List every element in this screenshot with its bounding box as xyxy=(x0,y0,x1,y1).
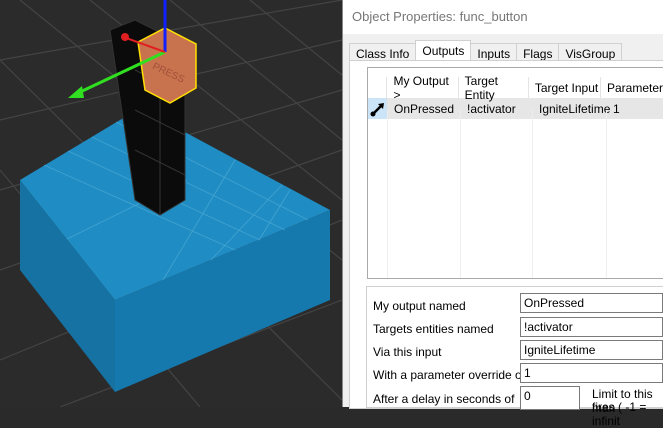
delay-field[interactable]: 0 xyxy=(520,386,580,410)
target-field[interactable]: !activator xyxy=(520,317,663,337)
3d-viewport[interactable]: PRESS xyxy=(0,0,343,408)
outputs-list[interactable]: My Output > Target Entity Target Input P… xyxy=(367,67,663,279)
outputs-page: My Output > Target Entity Target Input P… xyxy=(349,60,663,428)
input-field[interactable]: IgniteLifetime xyxy=(520,340,663,360)
header-target-input[interactable]: Target Input xyxy=(529,77,601,98)
delay-label: After a delay in seconds of xyxy=(373,392,515,406)
header-parameter[interactable]: Parameter xyxy=(601,81,663,95)
param-field[interactable]: 1 xyxy=(520,363,663,383)
target-label: Targets entities named xyxy=(373,322,494,336)
output-label: My output named xyxy=(373,299,466,313)
param-label: With a parameter override of xyxy=(373,368,526,382)
list-header: My Output > Target Entity Target Input P… xyxy=(368,74,663,102)
input-label: Via this input xyxy=(373,345,442,359)
dialog-title: Object Properties: func_button xyxy=(343,0,663,34)
header-target-entity[interactable]: Target Entity xyxy=(459,74,529,102)
output-field[interactable]: OnPressed xyxy=(520,293,663,313)
object-properties-dialog: Object Properties: func_button Class Inf… xyxy=(342,0,663,428)
limit-label-2: fires ( -1 = infinit xyxy=(592,400,647,428)
output-edit-group: My output named OnPressed Targets entiti… xyxy=(366,286,663,428)
header-my-output[interactable]: My Output > xyxy=(387,74,459,102)
